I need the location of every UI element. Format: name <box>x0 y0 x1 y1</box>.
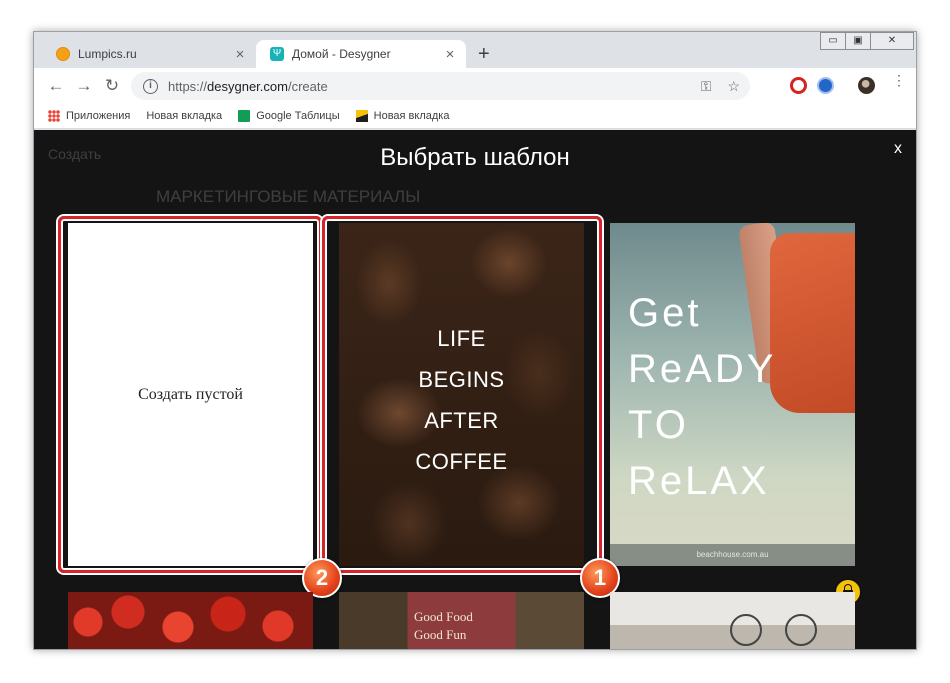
page-content: Создать МАРКЕТИНГОВЫЕ МАТЕРИАЛЫ Выбрать … <box>34 130 916 649</box>
window-controls: ▭ ▣ ✕ <box>820 32 914 50</box>
url-path: /create <box>287 78 328 94</box>
desygner-favicon-icon: Ψ <box>270 47 284 61</box>
relax-template-text: Get ReADY TO ReLAX <box>628 285 776 509</box>
image-icon <box>355 110 368 122</box>
relax-line: ReLAX <box>628 459 770 503</box>
apps-icon <box>48 110 60 122</box>
shorts-image <box>770 233 855 413</box>
good-food-text: Good Food Good Fun <box>414 608 473 644</box>
site-info-icon[interactable]: i <box>143 78 158 94</box>
bookmarks-bar: Приложения Новая вкладка Google Таблицы … <box>34 104 916 214</box>
relax-line: TO <box>628 403 689 447</box>
window-close-button[interactable]: ✕ <box>870 32 914 50</box>
back-button[interactable]: ← <box>42 76 70 96</box>
tab-close-icon[interactable]: × <box>440 46 460 63</box>
relax-line: Get <box>628 291 702 335</box>
bookmark-label: Новая вкладка <box>373 110 450 122</box>
modal-title: Выбрать шаблон <box>380 144 570 171</box>
address-bar[interactable]: i https:// desygner.com /create ⚿ ☆ <box>131 72 750 100</box>
tab-desygner[interactable]: Ψ Домой - Desygner × <box>256 40 466 68</box>
reload-button[interactable]: ↻ <box>98 76 126 96</box>
menu-dots-icon[interactable]: ⋮ <box>892 73 906 94</box>
bicycle-template-card[interactable] <box>610 592 855 649</box>
maximize-button[interactable]: ▣ <box>845 32 871 50</box>
bookmark-label: Google Таблицы <box>256 110 340 122</box>
opera-extension-icon[interactable] <box>790 77 807 94</box>
bookmark-label: Приложения <box>66 110 131 122</box>
relax-template-card[interactable]: Get ReADY TO ReLAX beachhouse.com.au <box>610 223 855 566</box>
good-food-template-card[interactable]: Good Food Good Fun <box>339 592 584 649</box>
strawberry-template-card[interactable] <box>68 592 313 649</box>
bookmark-google-sheets[interactable]: Google Таблицы <box>238 110 340 122</box>
bookmark-new-tab-2[interactable]: Новая вкладка <box>355 110 450 122</box>
forward-button[interactable]: → <box>70 76 98 96</box>
relax-footer: beachhouse.com.au <box>610 544 855 566</box>
profile-avatar[interactable] <box>858 77 875 94</box>
bookmark-apps[interactable]: Приложения <box>48 110 130 122</box>
globe-extension-icon[interactable] <box>817 77 834 94</box>
minimize-button[interactable]: ▭ <box>820 32 846 50</box>
food-line: Good Fun <box>414 627 467 642</box>
relax-line: ReADY <box>628 347 777 391</box>
background-section-title: МАРКЕТИНГОВЫЕ МАТЕРИАЛЫ <box>156 187 421 206</box>
tab-strip: Lumpics.ru × Ψ Домой - Desygner × + ▭ ▣ … <box>34 32 916 68</box>
bookmark-new-tab[interactable]: Новая вкладка <box>34 110 223 214</box>
highlight-coffee-card <box>322 216 602 573</box>
lumpics-favicon-icon <box>56 47 70 61</box>
new-tab-button[interactable]: + <box>478 44 490 64</box>
food-line: Good Food <box>414 609 473 624</box>
bookmark-star-icon[interactable]: ☆ <box>727 78 740 95</box>
url-host: desygner.com <box>207 78 288 94</box>
modal-close-button[interactable]: x <box>894 140 902 158</box>
tab-title: Lumpics.ru <box>78 47 137 61</box>
tab-close-icon[interactable]: × <box>230 46 250 63</box>
key-icon[interactable]: ⚿ <box>701 78 712 95</box>
bookmark-label: Новая вкладка <box>146 110 223 122</box>
browser-toolbar: ← → ↻ i https:// desygner.com /create ⚿ … <box>34 68 916 104</box>
browser-window: Lumpics.ru × Ψ Домой - Desygner × + ▭ ▣ … <box>33 31 917 650</box>
tab-lumpics[interactable]: Lumpics.ru × <box>42 40 256 68</box>
sheets-icon <box>238 110 251 122</box>
bicycle-wheel-image <box>730 614 762 646</box>
bicycle-wheel-image <box>785 614 817 646</box>
highlight-blank-card <box>58 216 322 573</box>
tab-title: Домой - Desygner <box>292 47 391 61</box>
url-scheme: https:// <box>168 78 208 94</box>
